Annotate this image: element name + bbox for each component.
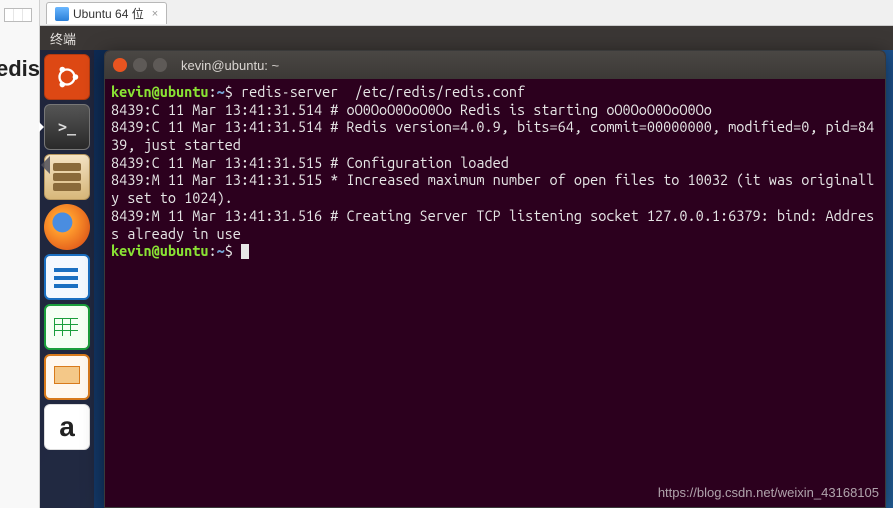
cropped-text: edis — [0, 56, 36, 82]
grid-icon[interactable] — [4, 8, 32, 22]
prompt-symbol: $ — [225, 242, 233, 259]
files-icon[interactable] — [44, 154, 90, 200]
calc-icon[interactable] — [44, 304, 90, 350]
watermark: https://blog.csdn.net/weixin_43168105 — [658, 485, 879, 500]
vm-tab-bar: Ubuntu 64 位 × — [40, 0, 893, 26]
prompt-path: ~ — [217, 242, 225, 259]
viewport-left-arrow[interactable] — [41, 156, 50, 174]
terminal-body[interactable]: kevin@ubuntu:~$ redis-server /etc/redis/… — [105, 79, 885, 507]
terminal-icon[interactable] — [44, 104, 90, 150]
prompt-user: kevin — [111, 242, 152, 259]
prompt-symbol: $ — [225, 83, 233, 100]
vm-icon — [55, 7, 69, 21]
terminal-titlebar[interactable]: kevin@ubuntu: ~ — [105, 51, 885, 79]
vm-tab-ubuntu[interactable]: Ubuntu 64 位 × — [46, 2, 167, 24]
output-line: 8439:M 11 Mar 13:41:31.515 * Increased m… — [111, 171, 874, 206]
amazon-icon[interactable] — [44, 404, 90, 450]
writer-icon[interactable] — [44, 254, 90, 300]
prompt-user: kevin — [111, 83, 152, 100]
host-sidebar: edis — [0, 0, 40, 508]
impress-icon[interactable] — [44, 354, 90, 400]
firefox-icon[interactable] — [44, 204, 90, 250]
window-close-icon[interactable] — [113, 58, 127, 72]
dash-icon[interactable] — [44, 54, 90, 100]
window-min-icon[interactable] — [133, 58, 147, 72]
close-icon[interactable]: × — [152, 8, 158, 20]
ubuntu-menu-bar[interactable]: 终端 — [40, 26, 893, 50]
terminal-window: kevin@ubuntu: ~ kevin@ubuntu:~$ redis-se… — [104, 50, 886, 508]
unity-launcher — [40, 50, 94, 508]
app-menu-label[interactable]: 终端 — [50, 29, 76, 48]
vm-tab-label: Ubuntu 64 位 — [73, 5, 144, 22]
output-line: 8439:C 11 Mar 13:41:31.515 # Configurati… — [111, 154, 509, 171]
output-line: 8439:C 11 Mar 13:41:31.514 # oO0OoO0OoO0… — [111, 101, 712, 118]
window-max-icon[interactable] — [153, 58, 167, 72]
output-line: 8439:M 11 Mar 13:41:31.516 # Creating Se… — [111, 207, 874, 242]
terminal-title: kevin@ubuntu: ~ — [181, 58, 279, 73]
output-line: 8439:C 11 Mar 13:41:31.514 # Redis versi… — [111, 118, 874, 153]
vm-viewport: 终端 kevin@ubuntu: ~ kevin@ubuntu:~$ redis… — [40, 26, 893, 508]
prompt-path: ~ — [217, 83, 225, 100]
command-text: redis-server /etc/redis/redis.conf — [241, 83, 525, 100]
prompt-host: ubuntu — [160, 242, 209, 259]
prompt-host: ubuntu — [160, 83, 209, 100]
cursor — [241, 244, 249, 259]
